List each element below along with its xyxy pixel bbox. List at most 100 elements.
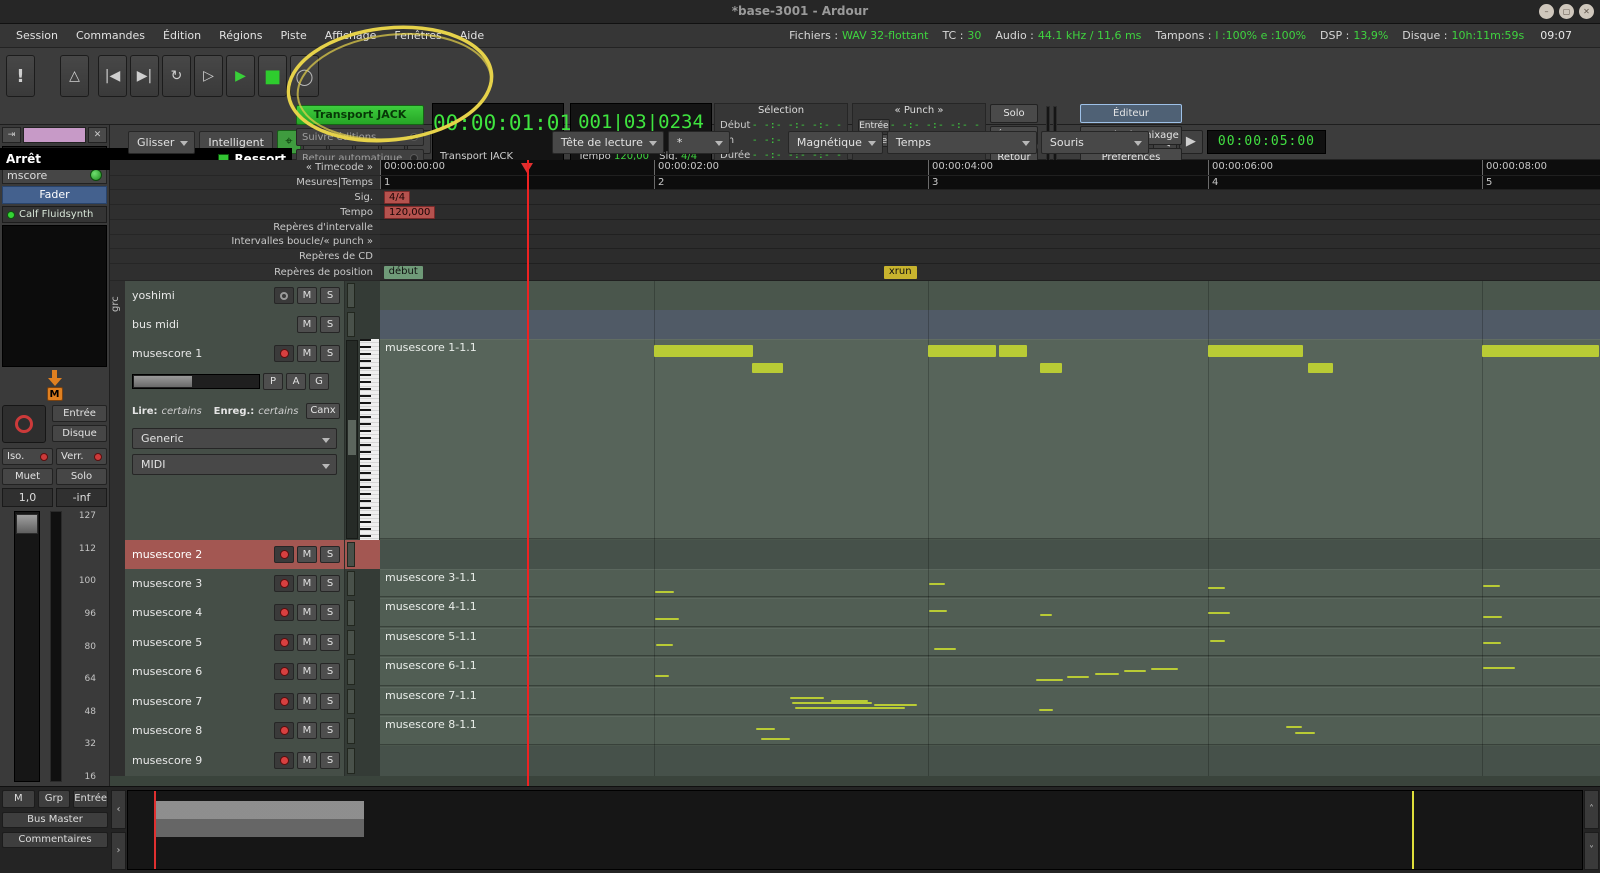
region-musescore-3-1-1[interactable]: musescore 3-1.1	[380, 569, 1600, 597]
gain-fader[interactable]	[14, 511, 40, 782]
midi-note[interactable]	[1295, 732, 1315, 734]
solo-button[interactable]: S	[320, 663, 340, 680]
track-timeline-musescore-8[interactable]: musescore 8-1.1	[380, 716, 1600, 746]
record-arm-button[interactable]	[274, 345, 294, 362]
track-side-strip[interactable]	[345, 716, 380, 746]
menu-session[interactable]: Session	[8, 26, 66, 45]
ruler-rep-res-de-cd[interactable]	[380, 249, 1600, 264]
fader-tab-button[interactable]: Fader	[2, 186, 107, 204]
midi-note[interactable]	[831, 700, 868, 702]
midi-note[interactable]	[760, 738, 790, 740]
midi-note[interactable]	[874, 704, 917, 706]
track-name[interactable]: musescore 3	[132, 577, 271, 590]
piano-keyboard[interactable]	[360, 339, 379, 540]
mute-button[interactable]: M	[297, 663, 317, 680]
track-header-musescore-3[interactable]: musescore 3 MS	[125, 569, 345, 598]
region-musescore-4-1-1[interactable]: musescore 4-1.1	[380, 598, 1600, 627]
primary-clock-digits[interactable]: 00:00:01:01	[433, 111, 572, 135]
close-button[interactable]: ✕	[1579, 4, 1594, 19]
ruler-sig[interactable]: 4/4	[380, 190, 1600, 205]
track-header-musescore-7[interactable]: musescore 7 MS	[125, 687, 345, 716]
track-name[interactable]: musescore 6	[132, 665, 271, 678]
track-name[interactable]: bus midi	[132, 318, 294, 331]
track-header-musescore-5[interactable]: musescore 5 MS	[125, 628, 345, 657]
master-bus-button[interactable]: Bus Master	[2, 812, 108, 828]
track-side-strip[interactable]	[345, 746, 380, 776]
mute-button[interactable]: M	[297, 546, 317, 563]
edit-point-combo[interactable]: Souris	[1040, 130, 1149, 154]
record-arm-button[interactable]	[274, 604, 294, 621]
midi-note[interactable]	[792, 702, 872, 704]
midi-note[interactable]	[1066, 676, 1089, 678]
nudge-forward-button[interactable]: ▶	[1178, 130, 1203, 154]
comments-button[interactable]: Commentaires	[2, 832, 108, 848]
track-timeline-musescore-2[interactable]	[380, 540, 1600, 569]
play-selection-button[interactable]: ▷	[194, 55, 223, 97]
track-name[interactable]: musescore 1	[132, 347, 271, 360]
midi-note[interactable]	[1286, 726, 1303, 728]
minimize-button[interactable]: –	[1539, 4, 1554, 19]
cancel-automation-button[interactable]: Canx	[306, 403, 340, 419]
solo-button[interactable]: S	[320, 345, 340, 362]
goto-start-button[interactable]: |◀	[98, 55, 127, 97]
nudge-clock[interactable]: 00:00:05:00	[1206, 130, 1326, 154]
midi-note[interactable]	[1036, 679, 1064, 681]
stop-button[interactable]: ■	[258, 55, 287, 97]
track-side-strip[interactable]	[345, 598, 380, 628]
region-musescore-6-1-1[interactable]: musescore 6-1.1	[380, 657, 1600, 686]
midi-note[interactable]	[1040, 614, 1053, 616]
record-arm-button[interactable]	[274, 663, 294, 680]
disk-monitor-button[interactable]: Disque	[52, 425, 107, 442]
midi-note[interactable]	[654, 345, 753, 357]
midi-note[interactable]	[1482, 616, 1503, 618]
output-midi-badge[interactable]: M	[46, 386, 63, 401]
midi-note[interactable]	[929, 583, 945, 585]
midi-note[interactable]	[789, 697, 825, 699]
group-button[interactable]: Grp	[37, 790, 71, 808]
midi-note[interactable]	[755, 728, 776, 730]
solo-isolate-button[interactable]: Iso.	[2, 448, 53, 465]
fader-g-button[interactable]: G	[309, 373, 329, 390]
midi-note[interactable]	[1094, 673, 1120, 675]
menu-aide[interactable]: Aide	[452, 26, 492, 45]
ruler-timecode[interactable]: 00:00:00:00 00:00:02:00 00:00:04:00 00:00:0…	[380, 160, 1600, 176]
track-side-strip[interactable]	[345, 540, 380, 569]
midi-channel-combo[interactable]: MIDI	[132, 454, 337, 475]
midi-note[interactable]	[1208, 587, 1226, 589]
menu-commandes[interactable]: Commandes	[68, 26, 153, 45]
midi-note[interactable]	[1151, 668, 1178, 670]
midi-note[interactable]	[654, 675, 670, 677]
record-arm-button[interactable]	[274, 693, 294, 710]
mute-button[interactable]: M	[297, 634, 317, 651]
track-name[interactable]: musescore 4	[132, 606, 271, 619]
mute-button[interactable]: Muet	[2, 468, 53, 485]
marker-d-but[interactable]: début	[383, 266, 423, 279]
track-name[interactable]: musescore 2	[132, 548, 271, 561]
marker-xrun[interactable]: xrun	[883, 266, 917, 279]
midi-note[interactable]	[1209, 640, 1226, 642]
menu-affichage[interactable]: Affichage	[317, 26, 385, 45]
track-timeline-yoshimi[interactable]	[380, 281, 1600, 310]
solo-button[interactable]: S	[320, 752, 340, 769]
mute-button[interactable]: M	[297, 752, 317, 769]
track-header-musescore-6[interactable]: musescore 6 MS	[125, 657, 345, 687]
midi-note[interactable]	[929, 610, 948, 612]
summary-scroll-right-button[interactable]: ›	[111, 831, 126, 870]
track-timeline-musescore-7[interactable]: musescore 7-1.1	[380, 687, 1600, 716]
record-enable-button[interactable]	[2, 405, 46, 443]
region-musescore-1-1-1[interactable]: musescore 1-1.1	[380, 339, 1600, 539]
region-musescore-8-1-1[interactable]: musescore 8-1.1	[380, 716, 1600, 745]
midi-note[interactable]	[928, 345, 997, 357]
track-timeline-bus-midi[interactable]	[380, 310, 1600, 339]
record-arm-button[interactable]	[274, 546, 294, 563]
midi-note[interactable]	[752, 363, 783, 373]
midi-panic-button[interactable]: !	[6, 55, 35, 97]
track-header-musescore-4[interactable]: musescore 4 MS	[125, 598, 345, 628]
track-name[interactable]: musescore 7	[132, 695, 271, 708]
strip-shrink-button[interactable]: ⇥	[2, 127, 21, 143]
midi-note[interactable]	[1482, 585, 1500, 587]
midi-note[interactable]	[1482, 642, 1502, 644]
track-side-strip[interactable]	[345, 339, 380, 540]
play-button[interactable]: ▶	[226, 55, 255, 97]
summary-view-rect[interactable]	[154, 801, 364, 837]
